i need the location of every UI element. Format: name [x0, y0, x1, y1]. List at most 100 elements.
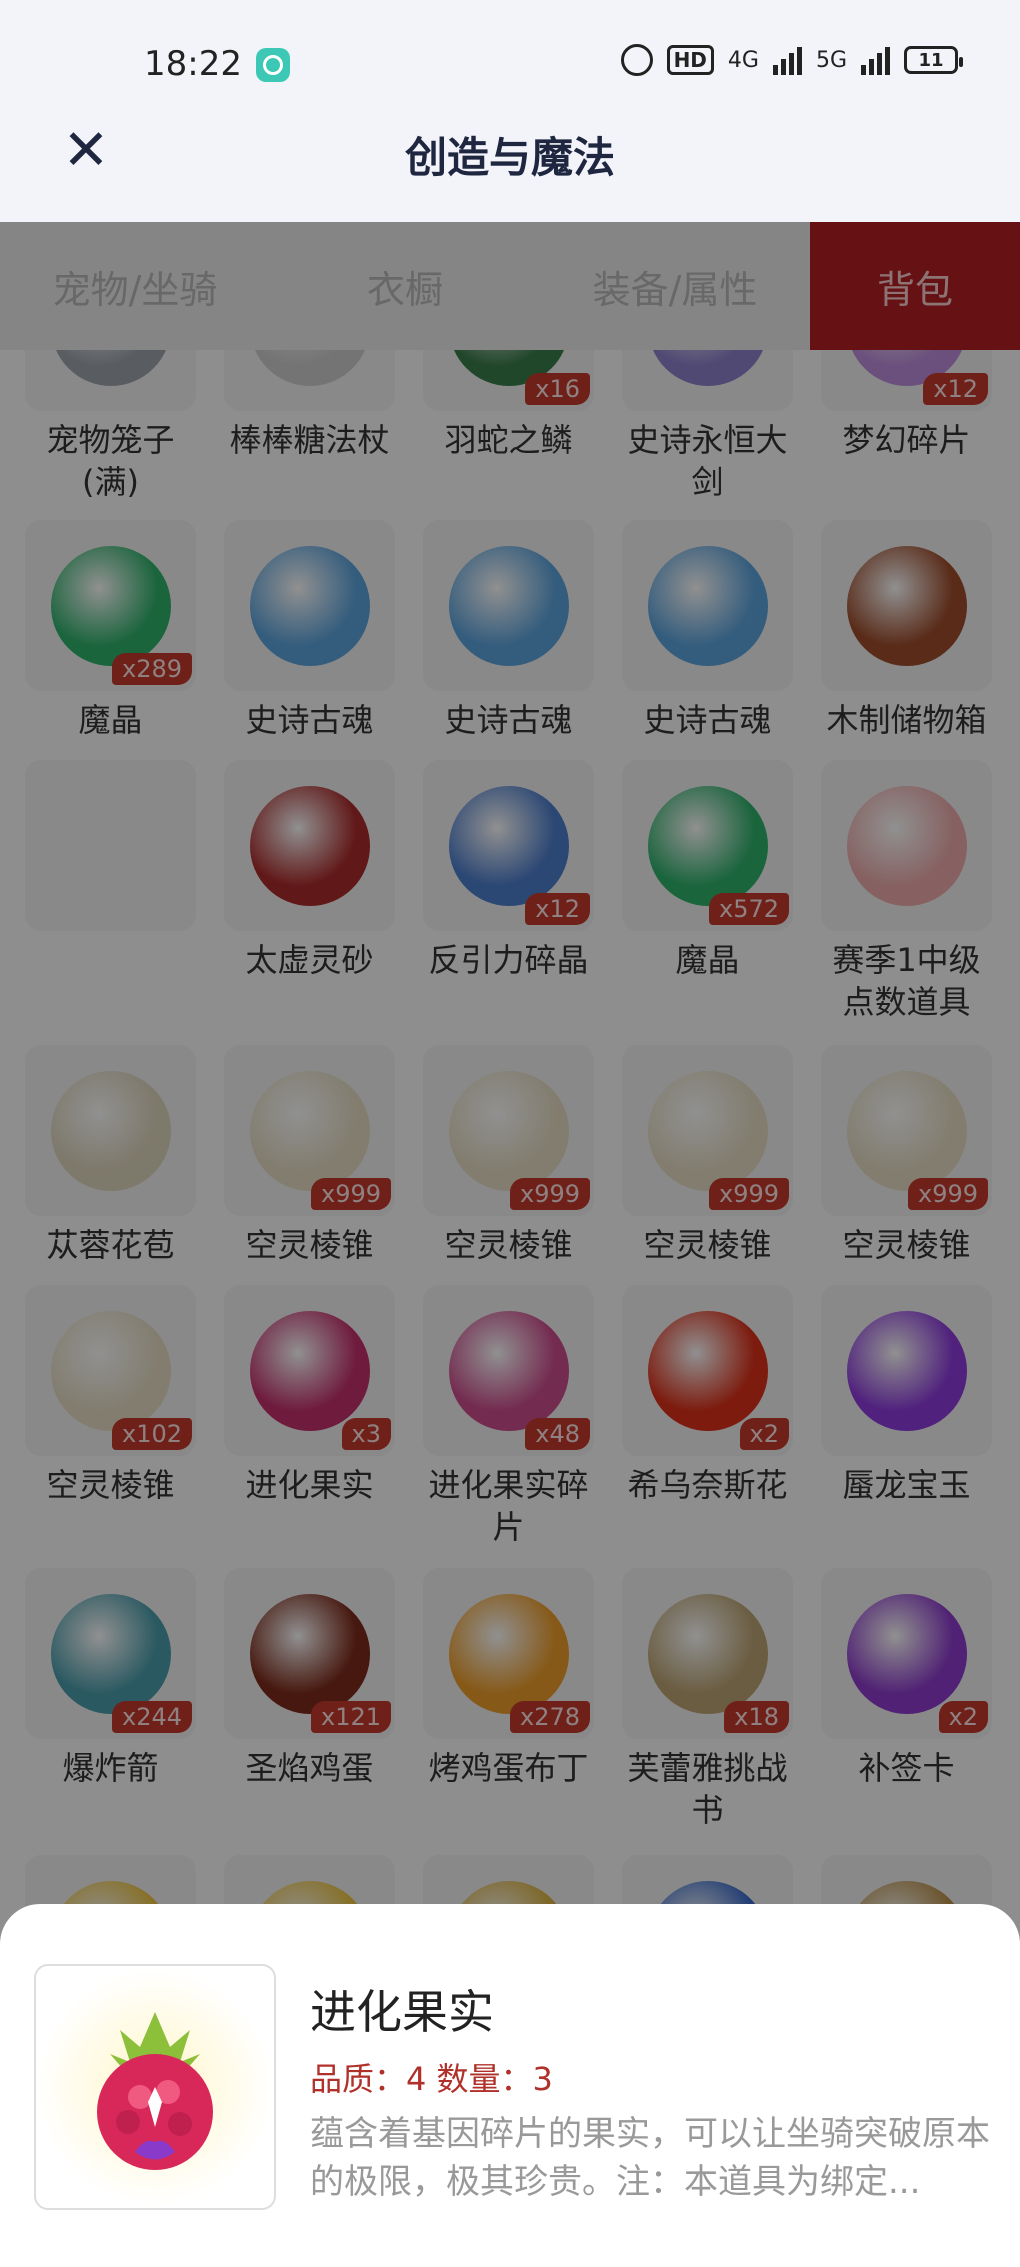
inventory-item[interactable]: 苁蓉花苞: [25, 1045, 196, 1266]
item-card[interactable]: [25, 1855, 196, 1910]
inventory-item[interactable]: x999 空灵棱锥: [224, 1045, 395, 1266]
item-card[interactable]: [25, 1045, 196, 1216]
tab-pets-mounts[interactable]: 宠物/坐骑: [0, 222, 270, 350]
item-card[interactable]: x3: [224, 1285, 395, 1456]
item-art-icon: [846, 785, 967, 906]
inventory-item[interactable]: 史诗古魂: [622, 520, 793, 741]
inventory-item[interactable]: 棒棒糖法杖: [224, 350, 395, 503]
item-card[interactable]: x121: [224, 1568, 395, 1739]
item-name: 进化果实碎片: [428, 1466, 589, 1546]
item-art-icon: [249, 1070, 370, 1191]
item-card[interactable]: x999: [224, 1045, 395, 1216]
signal-icon-2: [861, 45, 890, 75]
item-card[interactable]: [423, 1855, 594, 1910]
inventory-item[interactable]: [25, 1855, 196, 1910]
tab-equipment[interactable]: 装备/属性: [540, 222, 810, 350]
inventory-item[interactable]: x2 希乌奈斯花: [622, 1285, 793, 1548]
inventory-item[interactable]: x12 梦幻碎片: [821, 350, 992, 503]
inventory-item[interactable]: x121 圣焰鸡蛋: [224, 1568, 395, 1831]
inventory-item[interactable]: x999 空灵棱锥: [423, 1045, 594, 1266]
item-name: 空灵棱锥: [444, 1226, 573, 1264]
inventory-item[interactable]: x289 魔晶: [25, 520, 196, 741]
item-card[interactable]: x278: [423, 1568, 594, 1739]
item-card[interactable]: [622, 350, 793, 411]
item-art-icon: [249, 1593, 370, 1714]
item-card[interactable]: x18: [622, 1568, 793, 1739]
grid-row: x102 空灵棱锥 x3 进化果实 x48 进化果实碎片 x2 希乌奈斯花 蜃龙宝玉: [0, 1285, 1020, 1548]
tab-backpack[interactable]: 背包: [810, 222, 1020, 350]
item-art-icon: [647, 1070, 768, 1191]
item-name: 空灵棱锥: [245, 1226, 374, 1264]
item-card[interactable]: x2: [821, 1568, 992, 1739]
item-name: 进化果实: [245, 1466, 374, 1504]
item-card[interactable]: [821, 1285, 992, 1456]
inventory-item[interactable]: [821, 1855, 992, 1910]
item-card[interactable]: [224, 1855, 395, 1910]
item-art-icon: [448, 1310, 569, 1431]
inventory-item[interactable]: x572 魔晶: [622, 760, 793, 1023]
item-card[interactable]: x48: [423, 1285, 594, 1456]
item-art-icon: [647, 1310, 768, 1431]
tab-wardrobe[interactable]: 衣橱: [270, 222, 540, 350]
inventory-item[interactable]: x12 反引力碎晶: [423, 760, 594, 1023]
item-name: 魔晶: [675, 941, 740, 979]
inventory-item[interactable]: 史诗古魂: [224, 520, 395, 741]
inventory-item[interactable]: x999 空灵棱锥: [821, 1045, 992, 1266]
item-card[interactable]: [25, 350, 196, 411]
item-card[interactable]: x2: [622, 1285, 793, 1456]
inventory-item[interactable]: x18 芙蕾雅挑战书: [622, 1568, 793, 1831]
item-card[interactable]: x244: [25, 1568, 196, 1739]
quantity-badge: x12: [923, 373, 988, 405]
inventory-item[interactable]: x244 爆炸箭: [25, 1568, 196, 1831]
item-card[interactable]: x572: [622, 760, 793, 931]
inventory-item[interactable]: 史诗古魂: [423, 520, 594, 741]
item-name: 史诗古魂: [245, 701, 374, 739]
item-card[interactable]: [821, 760, 992, 931]
quantity-badge: x2: [739, 1418, 789, 1450]
grid-row: x289 魔晶 史诗古魂 史诗古魂 史诗古魂 木制储物箱: [0, 520, 1020, 741]
inventory-item[interactable]: 蜃龙宝玉: [821, 1285, 992, 1548]
inventory-item[interactable]: 赛季1中级点数道具: [821, 760, 992, 1023]
item-card[interactable]: [224, 760, 395, 931]
item-art-icon: [249, 350, 370, 386]
item-card[interactable]: [821, 520, 992, 691]
item-card[interactable]: x999: [622, 1045, 793, 1216]
item-name: 空灵棱锥: [842, 1226, 971, 1264]
page-title: 创造与魔法: [404, 133, 615, 182]
network-4g-label: 4G: [727, 47, 759, 73]
inventory-item[interactable]: 史诗永恒大剑: [622, 350, 793, 503]
item-card[interactable]: x999: [423, 1045, 594, 1216]
inventory-item[interactable]: x3 进化果实: [224, 1285, 395, 1548]
inventory-item[interactable]: x278 烤鸡蛋布丁: [423, 1568, 594, 1831]
grid-row: 宠物笼子(满) 棒棒糖法杖 x16 羽蛇之鳞 史诗永恒大剑 x12 梦幻碎片: [0, 350, 1020, 503]
item-card[interactable]: [821, 1855, 992, 1910]
inventory-item[interactable]: [224, 1855, 395, 1910]
inventory-item[interactable]: [423, 1855, 594, 1910]
item-card[interactable]: [25, 760, 196, 931]
inventory-item[interactable]: x2 补签卡: [821, 1568, 992, 1831]
item-card[interactable]: x12: [821, 350, 992, 411]
inventory-item[interactable]: 宠物笼子(满): [25, 350, 196, 503]
quantity-badge: x244: [111, 1701, 192, 1733]
item-card[interactable]: [224, 350, 395, 411]
item-name: 补签卡: [858, 1749, 955, 1787]
inventory-item[interactable]: x48 进化果实碎片: [423, 1285, 594, 1548]
quantity-badge: x102: [111, 1418, 192, 1450]
item-card[interactable]: [622, 520, 793, 691]
inventory-item[interactable]: x102 空灵棱锥: [25, 1285, 196, 1548]
item-card[interactable]: x12: [423, 760, 594, 931]
item-card[interactable]: [423, 520, 594, 691]
inventory-item[interactable]: [622, 1855, 793, 1910]
inventory-item[interactable]: 太虚灵砂: [224, 760, 395, 1023]
inventory-item[interactable]: x16 羽蛇之鳞: [423, 350, 594, 503]
inventory-item[interactable]: 木制储物箱: [821, 520, 992, 741]
item-card[interactable]: x289: [25, 520, 196, 691]
quantity-badge: x999: [509, 1178, 590, 1210]
item-card[interactable]: [224, 520, 395, 691]
item-card[interactable]: x16: [423, 350, 594, 411]
item-card[interactable]: x999: [821, 1045, 992, 1216]
item-card[interactable]: x102: [25, 1285, 196, 1456]
item-card[interactable]: [622, 1855, 793, 1910]
inventory-item[interactable]: x999 空灵棱锥: [622, 1045, 793, 1266]
inventory-item[interactable]: [25, 760, 196, 1023]
